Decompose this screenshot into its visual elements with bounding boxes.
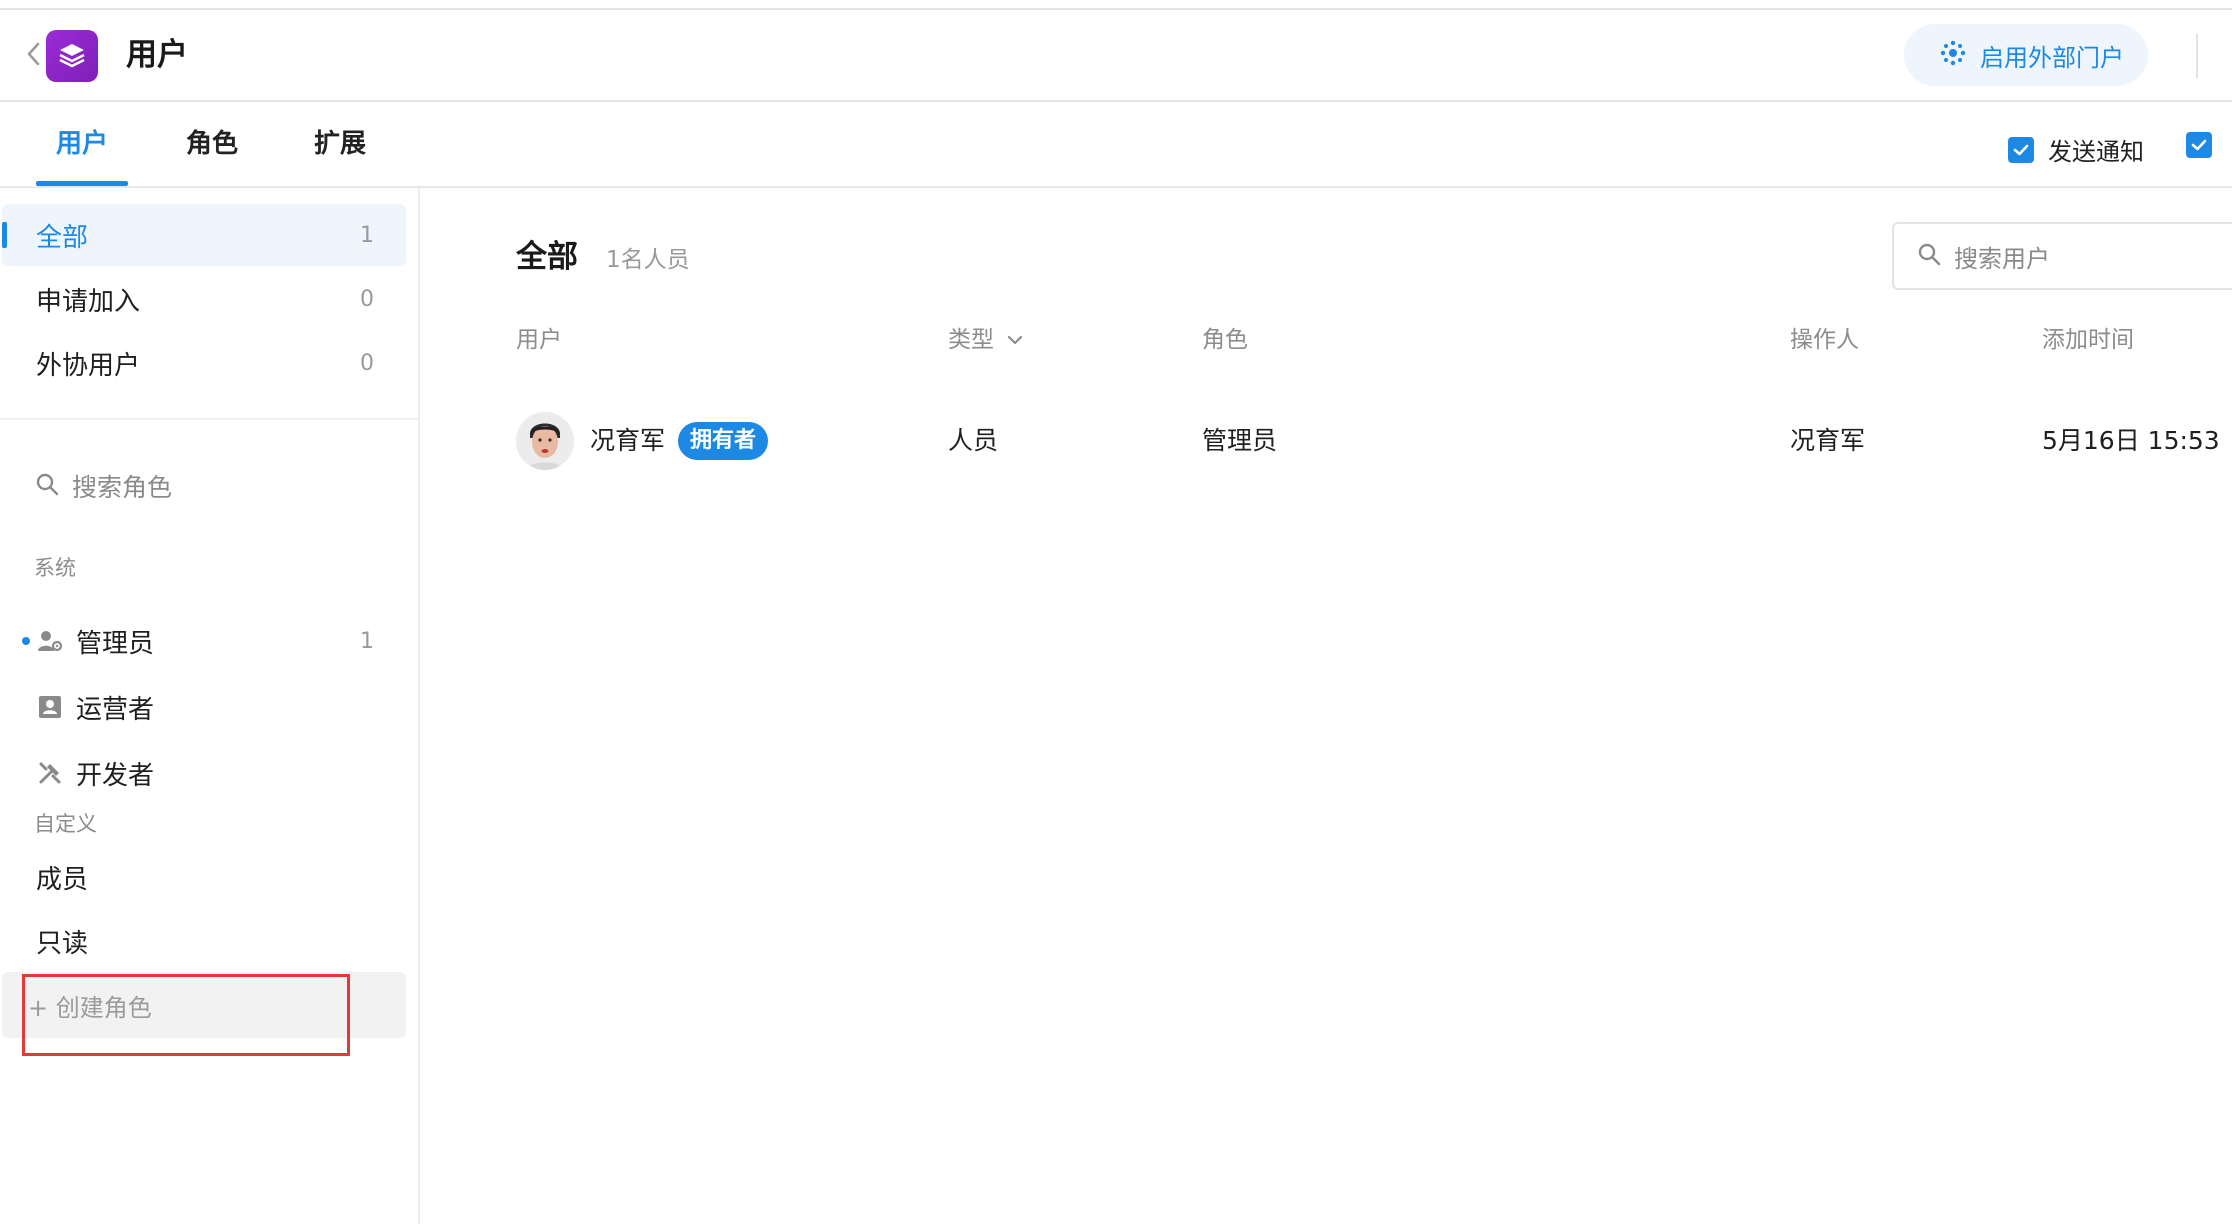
- role-item-member[interactable]: 成员: [2, 848, 406, 906]
- create-role-button[interactable]: + 创建角色: [2, 972, 406, 1038]
- sidebar-item-external-users[interactable]: 外协用户 0: [2, 332, 406, 394]
- portal-icon: [1940, 40, 1966, 70]
- column-header-added-time: 添加时间: [2042, 327, 2134, 353]
- page-title: 全部: [516, 239, 578, 275]
- chevron-down-icon: [1006, 334, 1024, 346]
- app-title: 用户: [126, 37, 188, 73]
- enable-external-portal-button[interactable]: 启用外部门户: [1904, 24, 2148, 86]
- table-row[interactable]: 况育军 拥有者 人员 管理员 况育军 5月16日 15:53: [516, 406, 2232, 476]
- tab-users[interactable]: 用户: [36, 104, 128, 186]
- column-header-role: 角色: [1202, 327, 1248, 353]
- active-dot: [22, 637, 30, 645]
- sidebar: 全部 1 申请加入 0 外协用户 0 搜索角色 系统 管理员 1 运营者 开发者…: [0, 188, 420, 1224]
- user-added-time: 5月16日 15:53: [2042, 426, 2220, 455]
- sidebar-item-all[interactable]: 全部 1: [2, 204, 406, 266]
- send-notification-label: 发送通知: [2048, 138, 2144, 166]
- checkbox-checked-icon: [2008, 136, 2034, 163]
- column-header-operator: 操作人: [1790, 327, 1859, 353]
- sidebar-item-count: 0: [360, 350, 374, 376]
- second-option-checkbox[interactable]: [2186, 132, 2212, 158]
- search-icon: [34, 471, 60, 501]
- column-header-type-label: 类型: [948, 327, 994, 353]
- back-chevron-icon[interactable]: [24, 40, 44, 68]
- role-search-placeholder: 搜索角色: [72, 473, 173, 502]
- sidebar-item-label: 外协用户: [36, 350, 141, 381]
- role-item-admin[interactable]: 管理员 1: [2, 612, 406, 670]
- user-type: 人员: [948, 426, 999, 455]
- role-item-developer[interactable]: 开发者: [2, 744, 406, 802]
- create-role-label: + 创建角色: [28, 993, 152, 1022]
- send-notification-checkbox[interactable]: 发送通知: [2008, 132, 2144, 167]
- header-divider: [2196, 34, 2198, 78]
- role-item-label: 成员: [36, 864, 89, 895]
- tab-bar: 用户 角色 扩展 发送通知: [0, 104, 2232, 188]
- column-header-type[interactable]: 类型: [948, 322, 1024, 358]
- role-item-operator[interactable]: 运营者: [2, 678, 406, 736]
- role-item-label: 管理员: [76, 628, 155, 659]
- app-header: 用户 启用外部门户: [0, 10, 2232, 102]
- portal-button-label: 启用外部门户: [1980, 43, 2124, 72]
- system-group-title: 系统: [34, 556, 76, 580]
- user-role[interactable]: 管理员: [1202, 422, 1277, 460]
- sidebar-item-label: 申请加入: [36, 286, 141, 317]
- sidebar-item-count: 0: [360, 286, 374, 312]
- user-name[interactable]: 况育军: [590, 422, 665, 460]
- role-item-count: 1: [360, 628, 374, 654]
- checkbox-checked-icon: [2186, 132, 2212, 158]
- avatar: [516, 412, 574, 470]
- id-card-icon: [36, 693, 64, 721]
- member-count: 1名人员: [606, 247, 690, 273]
- role-item-label: 开发者: [76, 760, 155, 791]
- sidebar-item-count: 1: [360, 222, 374, 248]
- tools-icon: [36, 759, 64, 787]
- owner-badge: 拥有者: [678, 422, 769, 460]
- role-item-label: 运营者: [76, 694, 155, 725]
- user-operator: 况育军: [1790, 426, 1866, 455]
- sidebar-item-label: 全部: [36, 222, 89, 253]
- role-item-readonly[interactable]: 只读: [2, 912, 406, 970]
- sidebar-divider: [0, 418, 418, 420]
- custom-group-title: 自定义: [34, 812, 97, 836]
- admin-users-icon: [36, 627, 64, 655]
- user-search-placeholder: 搜索用户: [1954, 244, 2050, 273]
- role-item-label: 只读: [36, 928, 89, 959]
- app-logo-icon: [46, 30, 98, 82]
- search-icon: [1916, 241, 1942, 271]
- sidebar-item-join-requests[interactable]: 申请加入 0: [2, 268, 406, 330]
- user-search-input[interactable]: 搜索用户: [1892, 222, 2232, 290]
- tab-roles[interactable]: 角色: [166, 104, 258, 186]
- column-header-user: 用户: [516, 327, 562, 353]
- tab-extensions[interactable]: 扩展: [294, 104, 386, 186]
- role-search-input[interactable]: 搜索角色: [34, 464, 172, 508]
